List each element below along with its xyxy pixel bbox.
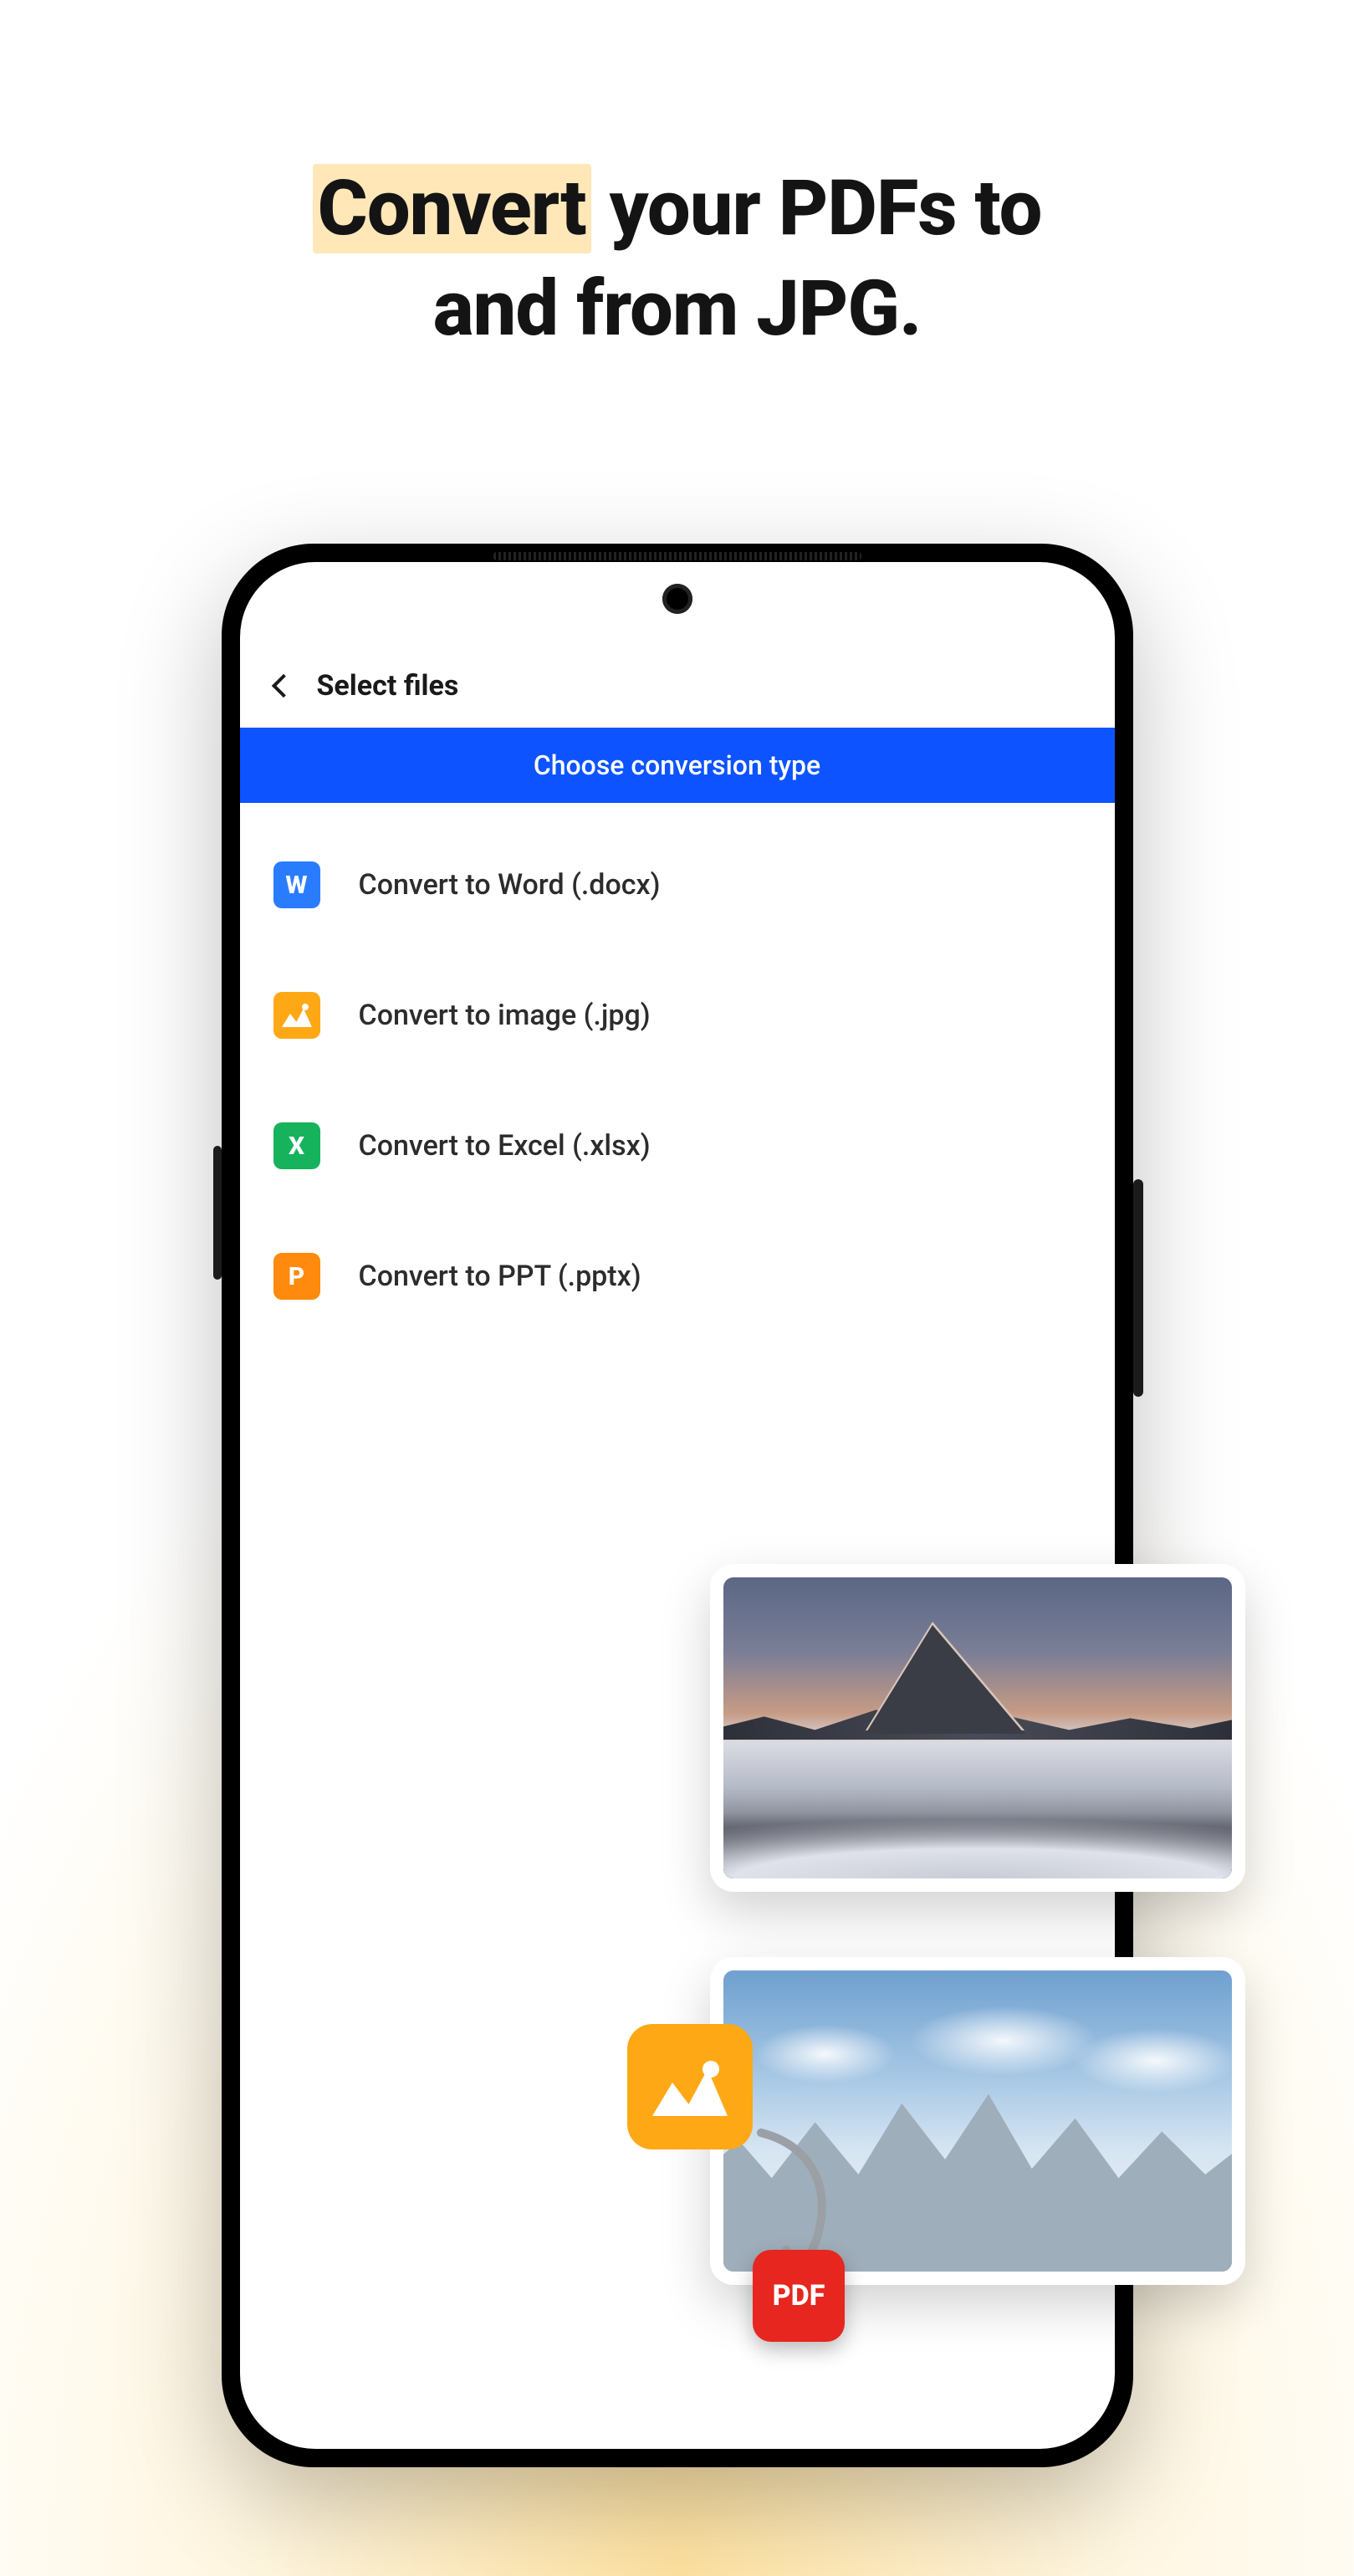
headline-line2: and from JPG.	[433, 264, 922, 354]
section-banner: Choose conversion type	[240, 728, 1115, 803]
option-label: Convert to image (.jpg)	[359, 999, 651, 1032]
option-label: Convert to PPT (.pptx)	[359, 1260, 641, 1293]
pdf-badge-label: PDF	[773, 2279, 825, 2313]
phone-camera	[662, 584, 692, 614]
marketing-headline: Convert your PDFs to and from JPG.	[0, 159, 1354, 359]
option-convert-to-ppt[interactable]: P Convert to PPT (.pptx)	[240, 1211, 1115, 1342]
phone-volume-button	[213, 1146, 222, 1280]
headline-highlight: Convert	[313, 164, 591, 253]
option-convert-to-excel[interactable]: X Convert to Excel (.xlsx)	[240, 1081, 1115, 1211]
pdf-target-icon: PDF	[753, 2250, 845, 2342]
phone-speaker	[493, 552, 861, 560]
preview-image-sunset	[723, 1577, 1232, 1878]
image-icon	[273, 992, 320, 1039]
option-convert-to-image[interactable]: Convert to image (.jpg)	[240, 950, 1115, 1081]
option-convert-to-word[interactable]: W Convert to Word (.docx)	[240, 820, 1115, 950]
conversion-option-list: W Convert to Word (.docx) Convert to ima…	[240, 803, 1115, 1358]
app-header: Select files	[240, 646, 1115, 728]
ppt-icon: P	[273, 1253, 320, 1300]
jpg-source-icon	[627, 2024, 753, 2149]
option-label: Convert to Word (.docx)	[359, 868, 661, 902]
excel-icon: X	[273, 1122, 320, 1169]
preview-card-upper	[710, 1564, 1245, 1892]
phone-power-button	[1133, 1179, 1143, 1397]
page-title: Select files	[317, 669, 459, 703]
option-label: Convert to Excel (.xlsx)	[359, 1129, 651, 1163]
word-icon: W	[273, 861, 320, 908]
back-icon[interactable]	[271, 674, 294, 698]
headline-line1-rest: your PDFs to	[591, 164, 1042, 253]
